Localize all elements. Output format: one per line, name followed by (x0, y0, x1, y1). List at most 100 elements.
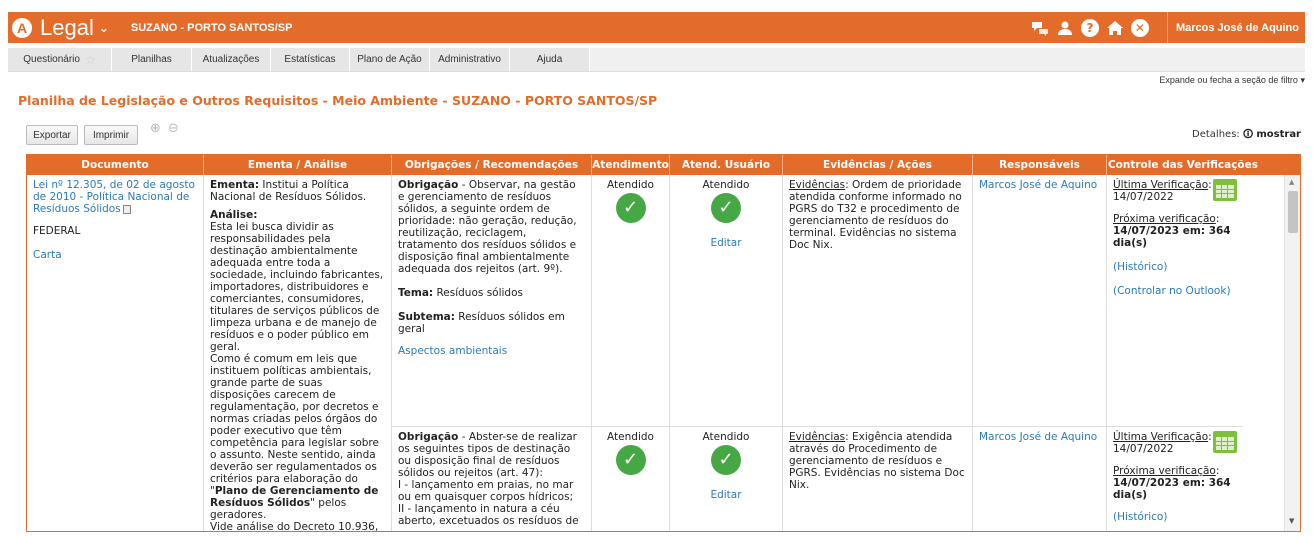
last-verification-label: Última Verificação (1113, 179, 1209, 191)
col-evidencias[interactable]: Evidências / Ações (783, 155, 973, 175)
evidence-label: Evidências (789, 431, 846, 443)
zoom-in-icon[interactable]: ⊕ (150, 121, 161, 136)
status-label: Atendido (607, 431, 654, 443)
menu-planilhas[interactable]: Planilhas (112, 48, 192, 71)
next-verification-label: Próxima verificação (1113, 213, 1216, 225)
user-name[interactable]: Marcos José de Aquino (1176, 22, 1299, 34)
filter-toggle-label: Expande ou fecha a seção de filtro (1159, 75, 1298, 85)
obligation-cell: Obrigação - Observar, na gestão e gerenc… (392, 175, 592, 426)
divider (1166, 12, 1168, 43)
top-bar: A Legal ⌄ SUZANO - PORTO SANTOS/SP ? ✕ M… (8, 12, 1305, 43)
col-atend-usuario[interactable]: Atend. Usuário (670, 155, 783, 175)
evidence-cell: Evidências: Ordem de prioridade atendida… (783, 175, 973, 426)
menu-label: Ajuda (536, 54, 563, 65)
vertical-scrollbar[interactable]: ▲ ▼ (1284, 175, 1300, 531)
scope-label: FEDERAL (33, 225, 81, 237)
verification-cell: Última Verificação: 14/07/2022 Próxima v… (1107, 175, 1243, 426)
analise-text: Vide análise do Decreto 10.936, de 12/01… (210, 521, 379, 532)
print-button[interactable]: Imprimir (84, 125, 138, 145)
col-controle[interactable]: Controle das Verificações (1107, 155, 1259, 175)
evidence-label: Evidências (789, 179, 846, 191)
table-body: Lei nº 12.305, de 02 de agosto de 2010 -… (27, 175, 1300, 532)
next-verification-label: Próxima verificação (1113, 465, 1216, 477)
menu-ajuda[interactable]: Ajuda (510, 48, 590, 71)
menu-plano-de-acao[interactable]: Plano de Ação (350, 48, 430, 71)
menu-label: Planilhas (131, 54, 172, 65)
scroll-down-icon[interactable]: ▼ (1289, 517, 1294, 525)
menu-questionario[interactable]: Questionário ☆ (8, 48, 112, 71)
analise-label: Análise: (210, 209, 258, 221)
chevron-down-icon[interactable]: ⌄ (99, 21, 109, 35)
menu-label: Atualizações (202, 54, 260, 65)
filter-toggle[interactable]: Expande ou fecha a seção de filtro ▾ (1159, 75, 1305, 86)
obligation-item: II - lançamento in natura a céu aberto, … (398, 503, 579, 527)
responsible-link[interactable]: Marcos José de Aquino (979, 179, 1097, 191)
col-obrigacoes[interactable]: Obrigações / Recomendações (392, 155, 592, 175)
tema-label: Tema: (398, 287, 434, 299)
zoom-out-icon[interactable]: ⊖ (168, 121, 179, 136)
user-status-cell: Atendido ✓ Editar (670, 427, 783, 531)
scroll-thumb[interactable] (1288, 191, 1298, 233)
obligation-label: Obrigação (398, 431, 459, 443)
aspects-link[interactable]: Aspectos ambientais (398, 345, 585, 357)
app-name[interactable]: Legal (40, 15, 94, 41)
top-icons: ? ✕ (1031, 18, 1149, 37)
scroll-up-icon[interactable]: ▲ (1289, 178, 1294, 186)
last-verification-label: Última Verificação (1113, 431, 1209, 443)
law-link[interactable]: Lei nº 12.305, de 02 de agosto de 2010 -… (33, 179, 195, 215)
menu-label: Estatísticas (284, 54, 336, 65)
col-atendimento[interactable]: Atendimento (592, 155, 670, 175)
outlook-link[interactable]: (Controlar no Outlook) (1113, 285, 1237, 297)
analise-text: Como é comum em leis que instituem polít… (210, 353, 379, 497)
obligation-item: I - lançamento em praias, no mar ou em q… (398, 479, 574, 503)
user-status-label: Atendido (702, 431, 750, 443)
menu-label: Plano de Ação (357, 54, 422, 65)
history-link[interactable]: (Histórico) (1113, 511, 1237, 523)
info-icon: 🛈 (1242, 129, 1254, 140)
edit-link[interactable]: Editar (676, 489, 776, 501)
chat-icon[interactable] (1031, 19, 1049, 37)
details-label: Detalhes: (1192, 129, 1240, 140)
user-icon[interactable] (1056, 19, 1074, 37)
main-menu: Questionário ☆ Planilhas Atualizações Est… (8, 48, 1305, 72)
details-toggle[interactable]: Detalhes: 🛈 mostrar (1192, 127, 1301, 144)
obligation-cell: Obrigação - Abster-se de realizar os seg… (392, 427, 592, 531)
ementa-label: Ementa: (210, 179, 260, 191)
app-logo[interactable]: A (12, 17, 32, 38)
status-cell: Atendido ✓ (592, 175, 670, 426)
details-action[interactable]: mostrar (1256, 129, 1301, 140)
col-ementa[interactable]: Ementa / Análise (204, 155, 392, 175)
user-status-cell: Atendido ✓ Editar (670, 175, 783, 426)
unit-name[interactable]: SUZANO - PORTO SANTOS/SP (131, 22, 293, 34)
check-icon[interactable]: ✓ (711, 193, 741, 223)
calendar-icon[interactable] (1213, 431, 1237, 453)
export-button[interactable]: Exportar (26, 125, 78, 145)
document-icon[interactable] (122, 204, 131, 214)
menu-label: Questionário (23, 54, 80, 65)
responsible-link[interactable]: Marcos José de Aquino (979, 431, 1097, 443)
history-link[interactable]: (Histórico) (1113, 261, 1237, 273)
menu-label: Administrativo (438, 54, 501, 65)
check-icon: ✓ (615, 445, 646, 475)
menu-atualizacoes[interactable]: Atualizações (192, 48, 271, 71)
close-icon[interactable]: ✕ (1130, 18, 1149, 37)
menu-estatisticas[interactable]: Estatísticas (271, 48, 350, 71)
calendar-icon[interactable] (1213, 179, 1237, 201)
star-icon[interactable]: ☆ (85, 53, 96, 67)
menu-administrativo[interactable]: Administrativo (430, 48, 510, 71)
analise-text: Esta lei busca dividir as responsabilida… (210, 221, 384, 353)
home-icon[interactable] (1106, 19, 1124, 37)
edit-link[interactable]: Editar (676, 237, 776, 249)
status-cell: Atendido ✓ (592, 427, 670, 531)
table-row: Obrigação - Abster-se de realizar os seg… (392, 427, 1243, 531)
letter-link[interactable]: Carta (33, 249, 197, 261)
col-documento[interactable]: Documento (27, 155, 204, 175)
status-label: Atendido (607, 179, 654, 191)
check-icon[interactable]: ✓ (711, 445, 741, 475)
help-icon[interactable]: ? (1080, 18, 1099, 37)
responsible-cell: Marcos José de Aquino (973, 427, 1107, 531)
col-responsaveis[interactable]: Responsáveis (973, 155, 1107, 175)
ementa-cell: Ementa: Institui a Política Nacional de … (204, 175, 392, 532)
requirements-table: Documento Ementa / Análise Obrigações / … (26, 154, 1301, 532)
table-header: Documento Ementa / Análise Obrigações / … (27, 155, 1300, 175)
